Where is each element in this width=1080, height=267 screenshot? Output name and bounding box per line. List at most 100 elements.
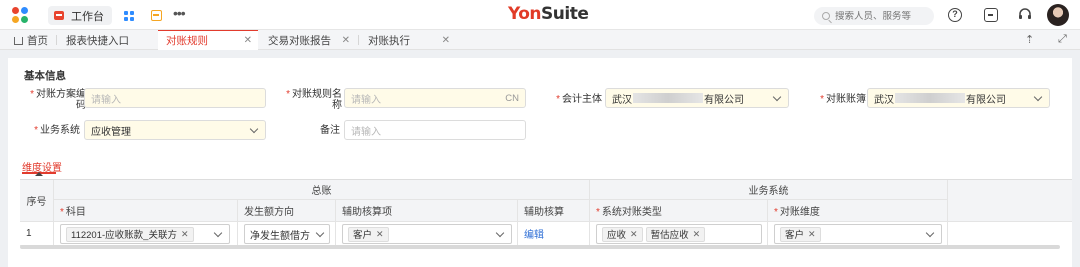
brand-suffix: Suite	[541, 4, 589, 24]
close-icon[interactable]: ✕	[244, 35, 252, 46]
subject-tag: 112201-应收账款_关联方 ✕	[66, 226, 194, 242]
main-panel: 基本信息 对账方案编码 请输入 对账规则名称 请输入 CN 会计主体 武汉 有限…	[8, 58, 1072, 267]
chevron-down-icon	[495, 228, 505, 238]
tab-label: 首页	[27, 34, 48, 47]
book-label: 对账账簿	[814, 94, 866, 105]
tag-close-icon[interactable]: ✕	[376, 229, 384, 240]
tab-label: 报表快捷入口	[66, 34, 129, 47]
app-logo[interactable]	[12, 7, 30, 25]
sys-type-tag: 暂估应收 ✕	[645, 226, 706, 242]
dimension-tag-label: 客户	[785, 230, 805, 241]
scheme-code-placeholder: 请输入	[91, 94, 121, 106]
col-header-sys-type-label: 系统对账类型	[596, 203, 662, 218]
direction-select[interactable]: 净发生额借方	[244, 224, 330, 244]
horizontal-scrollbar[interactable]	[20, 245, 1060, 249]
entity-value-end: 有限公司	[704, 94, 744, 106]
rule-name-label: 对账规则名称	[286, 89, 342, 111]
tab-label: 对账执行	[368, 34, 410, 47]
language-suffix[interactable]: CN	[505, 93, 519, 104]
group-header-general-ledger: 总账	[54, 180, 590, 200]
sys-type-cell: 应收 ✕ 暂估应收 ✕	[590, 222, 768, 246]
sys-type-select[interactable]: 应收 ✕ 暂估应收 ✕	[596, 224, 762, 244]
chevron-down-icon	[213, 228, 223, 238]
section-title: 基本信息	[24, 70, 66, 82]
col-header-aux-item: 辅助核算项	[336, 200, 518, 222]
upload-icon[interactable]: ⇡	[1025, 33, 1034, 46]
tab-bar: 首页 报表快捷入口 对账规则 ✕ 交易对账报告 ✕ 对账执行 ✕ ⇡ ⤢	[0, 30, 1080, 50]
col-header-aux: 辅助核算	[518, 200, 590, 222]
edit-aux-link[interactable]: 编辑	[524, 226, 544, 241]
close-icon[interactable]: ✕	[442, 35, 450, 46]
business-system-label: 业务系统	[28, 125, 80, 136]
aux-cell: 编辑	[518, 222, 590, 246]
masked-text	[895, 93, 965, 103]
tab-divider	[358, 35, 359, 45]
tag-close-icon[interactable]: ✕	[181, 229, 189, 240]
book-select[interactable]: 武汉 有限公司	[867, 88, 1050, 108]
workbench-icon	[54, 11, 64, 20]
remark-label: 备注	[320, 125, 340, 136]
more-icon[interactable]: •••	[173, 5, 186, 21]
business-system-value: 应收管理	[91, 126, 131, 138]
close-icon[interactable]: ✕	[342, 35, 350, 46]
col-header-sys-type: 系统对账类型	[590, 200, 768, 222]
aux-item-select[interactable]: 客户 ✕	[342, 224, 512, 244]
group-header-business-system: 业务系统	[590, 180, 948, 200]
rule-name-field[interactable]: 请输入 CN	[344, 88, 526, 108]
entity-select[interactable]: 武汉 有限公司	[605, 88, 789, 108]
dimension-cell: 客户 ✕	[768, 222, 948, 246]
subject-cell: 112201-应收账款_关联方 ✕	[54, 222, 238, 246]
col-header-empty	[948, 180, 1072, 222]
active-tab-caret	[35, 172, 43, 176]
tab-label: 交易对账报告	[268, 34, 331, 47]
tag-close-icon[interactable]: ✕	[630, 229, 638, 240]
masked-text	[633, 93, 703, 103]
tab-transaction-report[interactable]: 交易对账报告 ✕	[260, 30, 356, 50]
direction-value: 净发生额借方	[250, 230, 310, 242]
dimension-select[interactable]: 客户 ✕	[774, 224, 942, 244]
aux-item-tag: 客户 ✕	[348, 226, 389, 242]
workbench-label: 工作台	[71, 10, 104, 23]
aux-item-tag-label: 客户	[353, 230, 373, 241]
tag-close-icon[interactable]: ✕	[693, 229, 701, 240]
apps-grid-icon[interactable]	[124, 11, 134, 21]
scheme-code-label: 对账方案编码	[22, 89, 86, 111]
direction-cell: 净发生额借方	[238, 222, 336, 246]
scheme-code-field[interactable]: 请输入	[84, 88, 266, 108]
col-header-subject-label: 科目	[60, 203, 86, 218]
headset-icon[interactable]	[1018, 8, 1032, 22]
help-icon[interactable]: ?	[948, 8, 962, 22]
aux-item-cell: 客户 ✕	[336, 222, 518, 246]
avatar[interactable]	[1047, 4, 1069, 26]
sys-type-tag-label: 应收	[607, 230, 627, 241]
tab-report-shortcut[interactable]: 报表快捷入口	[66, 30, 156, 50]
calendar-icon[interactable]	[151, 10, 162, 21]
chevron-down-icon	[1033, 92, 1043, 102]
book-value-end: 有限公司	[966, 94, 1006, 106]
col-header-seq: 序号	[20, 180, 54, 222]
global-search[interactable]	[814, 7, 934, 25]
search-input[interactable]	[835, 10, 930, 22]
tab-reconciliation-run[interactable]: 对账执行 ✕	[360, 30, 456, 50]
tab-home[interactable]: 首页	[14, 30, 58, 50]
chevron-down-icon	[249, 124, 259, 134]
top-bar: 工作台 ••• YonSuite ?	[0, 0, 1080, 30]
subject-select[interactable]: 112201-应收账款_关联方 ✕	[60, 224, 230, 244]
row-seq: 1	[20, 222, 54, 246]
business-system-select[interactable]: 应收管理	[84, 120, 266, 140]
chevron-down-icon	[925, 228, 935, 238]
tag-close-icon[interactable]: ✕	[808, 229, 816, 240]
message-icon[interactable]	[984, 8, 998, 22]
remark-field[interactable]: 请输入	[344, 120, 526, 140]
book-value-start: 武汉	[874, 94, 894, 106]
fullscreen-icon[interactable]: ⤢	[1058, 33, 1067, 46]
entity-value-start: 武汉	[612, 94, 632, 106]
chevron-down-icon	[315, 228, 325, 238]
workbench-button[interactable]: 工作台	[48, 6, 112, 25]
tab-reconciliation-rule[interactable]: 对账规则 ✕	[158, 30, 258, 50]
col-header-dimension: 对账维度	[768, 200, 948, 222]
dimension-tag: 客户 ✕	[780, 226, 821, 242]
brand-prefix: Yon	[508, 4, 542, 24]
tab-label: 对账规则	[166, 35, 208, 47]
remark-placeholder: 请输入	[351, 126, 381, 138]
